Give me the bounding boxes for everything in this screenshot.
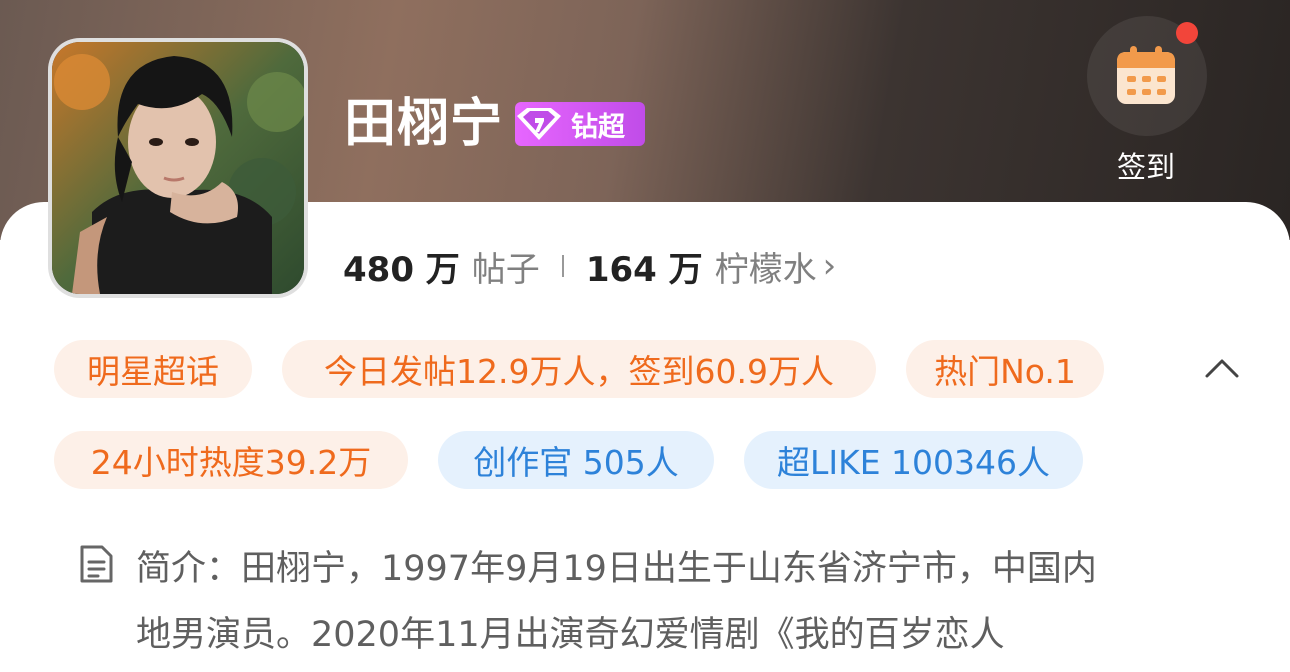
posts-label: 帖子 (471, 249, 540, 290)
tag-daily-activity[interactable]: 今日发帖12.9万人，签到60.9万人 (282, 340, 876, 398)
posts-count: 480 万 (343, 249, 460, 290)
tag-hot-rank[interactable]: 热门No.1 (906, 340, 1104, 398)
checkin-button[interactable]: 签到 (1087, 16, 1207, 186)
intro-line-1: 简介：田栩宁，1997年9月19日出生于山东省济宁市，中国内 (136, 549, 1097, 589)
lemon-label: 柠檬水 (714, 249, 817, 290)
stats-divider (561, 255, 564, 277)
text-fade-overlay (1040, 606, 1290, 666)
chevron-right-icon: › (822, 246, 837, 286)
lemon-count: 164 万 (585, 249, 703, 290)
badge-label: 钻超 (571, 111, 625, 143)
avatar-photo (52, 42, 304, 294)
tag-star-supertopic[interactable]: 明星超话 (54, 340, 252, 398)
diamond-icon (517, 108, 561, 140)
chevron-up-icon[interactable] (1204, 356, 1240, 380)
stats-row[interactable]: 480 万 帖子 164 万 柠檬水 › (343, 240, 836, 292)
diamond-super-badge[interactable]: 钻超 (515, 102, 645, 146)
notification-dot (1176, 22, 1198, 44)
document-icon (80, 545, 113, 583)
tag-24h-heat[interactable]: 24小时热度39.2万 (54, 431, 408, 489)
checkin-label: 签到 (1116, 150, 1175, 184)
tag-creators[interactable]: 创作官 505人 (438, 431, 714, 489)
avatar[interactable] (48, 38, 308, 298)
page-title: 田栩宁 (344, 94, 504, 154)
tag-super-like[interactable]: 超LIKE 100346人 (744, 431, 1083, 489)
calendar-icon (1117, 46, 1175, 104)
